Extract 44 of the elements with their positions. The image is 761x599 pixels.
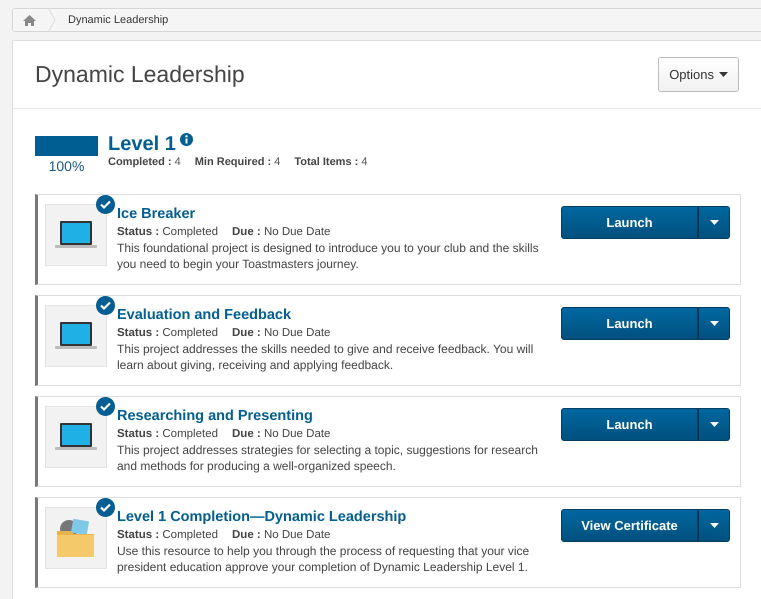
caret-icon	[710, 523, 718, 528]
project-description: Use this resource to help you through the process of requesting that your vice president education approve your completion of Dynamic Leadership Level 1.	[117, 543, 530, 575]
caret-icon	[710, 422, 718, 427]
progress-bar	[35, 136, 98, 156]
project-description: This foundational project is designed to introduce you to your club and the skills you need to begin your Toastmasters journey.	[117, 240, 540, 272]
home-icon[interactable]	[23, 14, 36, 26]
laptop-icon	[55, 321, 97, 351]
caret-icon	[710, 220, 718, 225]
due-text: Due : No Due Date	[232, 326, 330, 341]
caret-icon	[719, 72, 728, 77]
project-title[interactable]: Level 1 Completion—Dynamic Leadership	[117, 509, 561, 525]
dropdown-button[interactable]	[698, 206, 730, 239]
project-title[interactable]: Ice Breaker	[117, 206, 561, 222]
status-text: Status : Completed	[117, 427, 218, 442]
due-text: Due : No Due Date	[232, 225, 330, 240]
laptop-icon	[55, 220, 97, 250]
status-text: Status : Completed	[117, 326, 218, 341]
options-button[interactable]: Options	[658, 57, 739, 92]
due-text: Due : No Due Date	[232, 427, 330, 442]
launch-button[interactable]: Launch	[561, 307, 698, 340]
folder-icon	[56, 517, 96, 559]
laptop-icon	[55, 422, 97, 452]
project-title[interactable]: Researching and Presenting	[117, 408, 561, 424]
breadcrumb-link[interactable]: Dynamic Leadership	[68, 14, 168, 26]
level-title: Level 1	[108, 133, 176, 156]
page-title: Dynamic Leadership	[35, 61, 245, 88]
launch-button[interactable]: Launch	[561, 206, 698, 239]
launch-button[interactable]: View Certificate	[561, 509, 698, 542]
progress-percent: 100%	[48, 158, 84, 174]
caret-icon	[710, 321, 718, 326]
project-title[interactable]: Evaluation and Feedback	[117, 307, 561, 323]
project-description: This project addresses the skills needed to give and receive feedback. You will learn about giving, receiving and applying feedback.	[117, 341, 534, 373]
level-stat: Min Required : 4	[194, 156, 280, 168]
dropdown-button[interactable]	[698, 307, 730, 340]
dropdown-button[interactable]	[698, 408, 730, 441]
dropdown-button[interactable]	[698, 509, 730, 542]
status-text: Status : Completed	[117, 528, 218, 543]
info-icon[interactable]	[180, 133, 193, 146]
status-text: Status : Completed	[117, 225, 218, 240]
due-text: Due : No Due Date	[232, 528, 330, 543]
launch-button[interactable]: Launch	[561, 408, 698, 441]
level-stat: Total Items : 4	[294, 156, 368, 168]
level-stat: Completed : 4	[108, 156, 181, 168]
project-description: This project addresses strategies for selecting a topic, suggestions for research and methods for producing a well-organized speech.	[117, 442, 539, 474]
